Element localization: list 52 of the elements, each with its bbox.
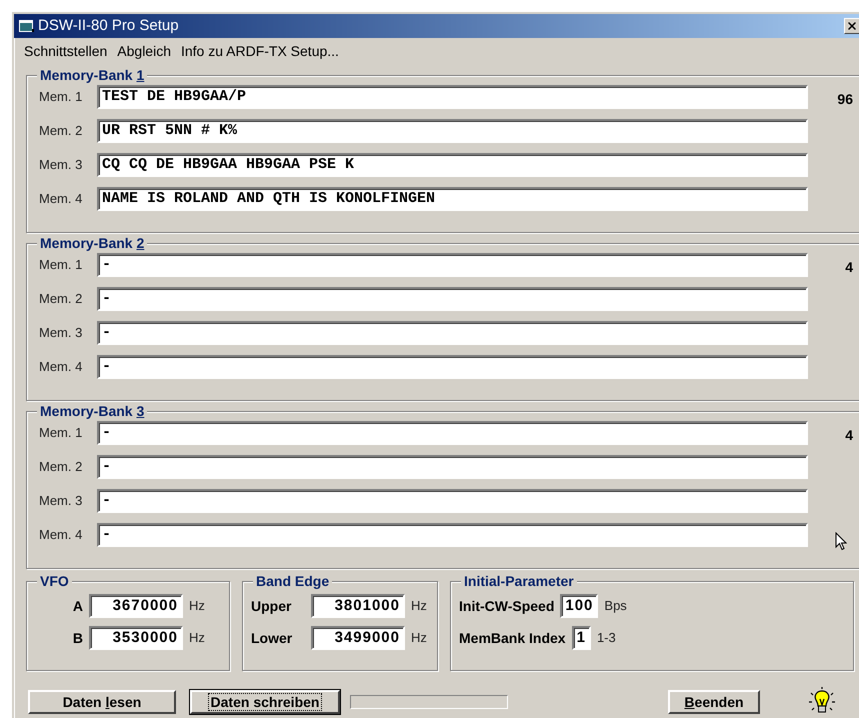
memory-label: Mem. 2 xyxy=(39,458,84,476)
unit-label: Hz xyxy=(411,629,427,648)
number-field[interactable]: 3499000 xyxy=(311,626,405,650)
number-field[interactable]: 100 xyxy=(560,594,598,618)
memory-field[interactable]: - xyxy=(97,489,808,513)
memory-label: Mem. 3 xyxy=(39,324,84,342)
memory-field[interactable]: NAME IS ROLAND AND QTH IS KONOLFINGEN xyxy=(97,187,808,211)
menu-item[interactable]: Abgleich xyxy=(113,41,175,62)
memory-label: Mem. 4 xyxy=(39,190,84,208)
memory-field[interactable]: - xyxy=(97,287,808,311)
memory-label: Mem. 1 xyxy=(39,424,84,442)
unit-label: Hz xyxy=(189,597,205,616)
memory-label: Mem. 3 xyxy=(39,492,84,510)
number-field[interactable]: 1 xyxy=(572,626,591,650)
field-label: Upper xyxy=(251,596,292,616)
action-button[interactable]: Daten lesen xyxy=(28,690,176,714)
memory-field[interactable]: - xyxy=(97,421,808,445)
unit-label: Hz xyxy=(189,629,205,648)
memory-field[interactable]: - xyxy=(97,321,808,345)
unit-label: Bps xyxy=(604,597,627,616)
memory-label: Mem. 2 xyxy=(39,290,84,308)
memory-field[interactable]: CQ CQ DE HB9GAA HB9GAA PSE K xyxy=(97,153,808,177)
field-label: MemBank Index xyxy=(459,628,566,648)
field-label: A xyxy=(72,596,83,616)
menu-item[interactable]: Schnittstellen xyxy=(20,41,112,62)
menu-item[interactable]: Info zu ARDF-TX Setup... xyxy=(176,41,343,62)
memory-field[interactable]: UR RST 5NN # K% xyxy=(97,119,808,143)
memory-label: Mem. 3 xyxy=(39,156,84,174)
action-button[interactable]: Daten schreiben xyxy=(190,690,340,714)
memory-field[interactable]: - xyxy=(97,355,808,379)
field-label: B xyxy=(72,628,83,648)
field-label: Lower xyxy=(251,628,294,648)
memory-count: 4 xyxy=(845,426,853,445)
number-field[interactable]: 3530000 xyxy=(89,626,183,650)
memory-label: Mem. 4 xyxy=(39,526,84,544)
number-field[interactable]: 3801000 xyxy=(311,594,405,618)
memory-label: Mem. 4 xyxy=(39,358,84,376)
unit-label: 1-3 xyxy=(596,629,616,648)
memory-label: Mem. 2 xyxy=(39,122,84,140)
memory-field[interactable]: - xyxy=(97,455,808,479)
unit-label: Hz xyxy=(411,597,427,616)
memory-field[interactable]: TEST DE HB9GAA/P xyxy=(97,85,808,109)
memory-field[interactable]: - xyxy=(97,253,808,277)
memory-count: 96 xyxy=(837,90,853,109)
window-title: DSW-II-80 Pro Setup xyxy=(38,16,179,36)
exit-button[interactable]: Beenden xyxy=(668,690,760,714)
memory-label: Mem. 1 xyxy=(39,88,84,106)
field-label: Init-CW-Speed xyxy=(459,596,554,616)
number-field[interactable]: 3670000 xyxy=(89,594,183,618)
memory-count: 4 xyxy=(845,258,853,277)
memory-label: Mem. 1 xyxy=(39,256,84,274)
memory-field[interactable]: - xyxy=(97,523,808,547)
